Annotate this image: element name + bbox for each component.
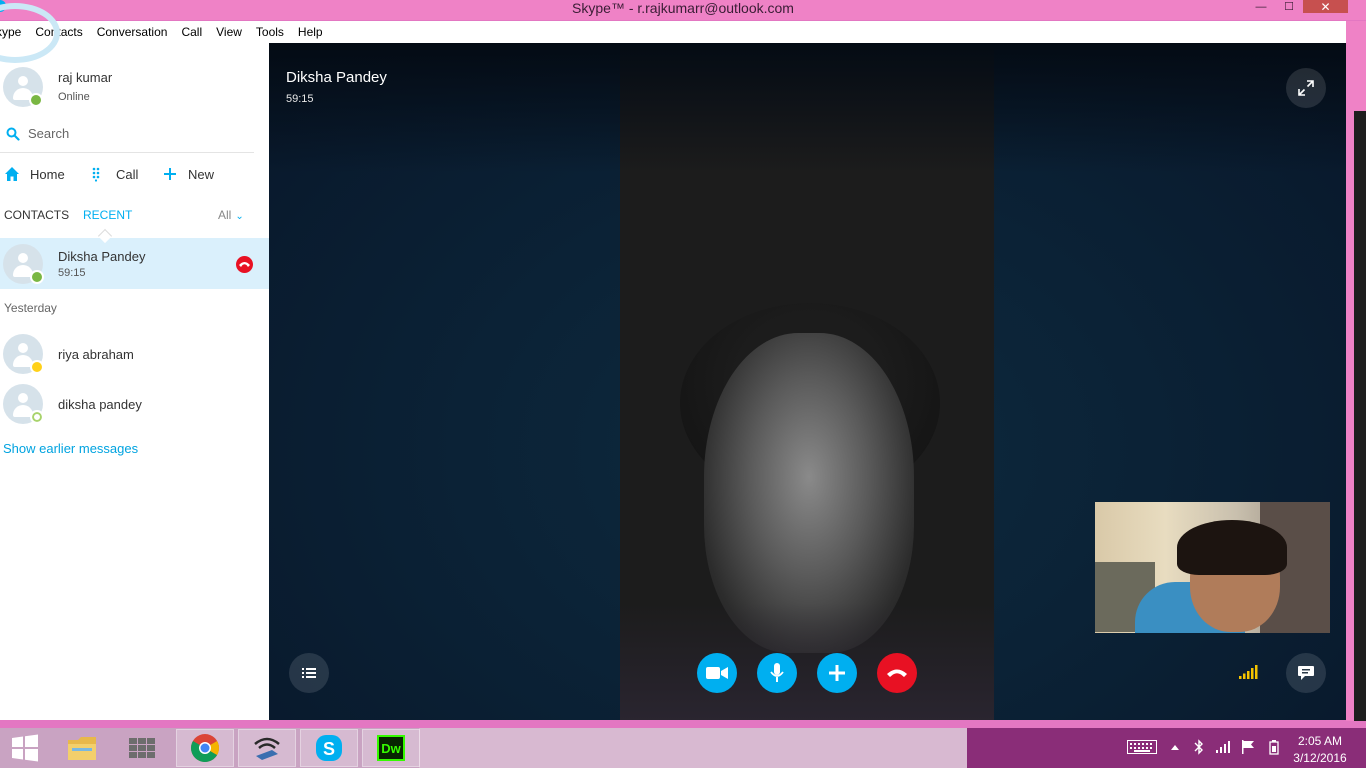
home-icon [5, 167, 19, 181]
taskbar: S Dw 2:05 AM 3/12/2016 [0, 721, 1366, 768]
show-hidden-icons-icon[interactable] [1171, 744, 1179, 750]
store-taskbar-button[interactable] [113, 729, 171, 767]
search-icon [6, 127, 20, 141]
chevron-down-icon: ⌄ [235, 211, 244, 222]
close-button[interactable]: ✕ [1303, 0, 1348, 14]
chat-icon [1298, 666, 1314, 680]
contact-name: riya abraham [58, 347, 134, 362]
dialpad-icon [92, 167, 100, 182]
list-item[interactable]: riya abraham [0, 329, 269, 379]
hangup-icon[interactable] [236, 256, 253, 273]
expand-icon [1298, 80, 1314, 96]
signal-strength-icon[interactable] [1239, 665, 1259, 679]
clock-date[interactable]: 3/12/2016 [1290, 751, 1350, 765]
plus-icon [164, 168, 176, 180]
wifi-hotspot-icon [254, 737, 280, 760]
dreamweaver-taskbar-button[interactable]: Dw [362, 729, 420, 767]
maximize-button[interactable]: ☐ [1278, 0, 1300, 13]
video-icon [706, 667, 728, 679]
filter-label: All [218, 208, 232, 222]
call-list-icon [302, 668, 316, 678]
dreamweaver-icon: Dw [377, 735, 405, 761]
new-label: New [188, 166, 215, 182]
call-duration: 59:15 [58, 267, 86, 279]
profile-name: raj kumar [58, 70, 113, 85]
filter-dropdown[interactable]: All ⌄ [218, 208, 244, 222]
menu-conversation[interactable]: Conversation [90, 25, 175, 39]
fullscreen-button[interactable] [1286, 68, 1326, 108]
online-status-icon [30, 270, 44, 284]
online-status-icon [29, 93, 43, 107]
contact-tabs: CONTACTS RECENT All ⌄ [0, 203, 269, 227]
chat-button[interactable] [1286, 653, 1326, 693]
search-input[interactable]: Search [28, 126, 69, 141]
chrome-taskbar-button[interactable] [176, 729, 234, 767]
new-button[interactable]: New [162, 161, 214, 187]
dreamweaver-label: Dw [381, 740, 401, 756]
hangup-icon [887, 669, 907, 677]
search-field[interactable]: Search [0, 117, 254, 153]
menu-bar: kype Contacts Conversation Call View Too… [0, 21, 1346, 43]
battery-icon[interactable] [1269, 740, 1279, 755]
list-item-active-call[interactable]: Diksha Pandey 59:15 [0, 238, 269, 289]
grid-app-icon [129, 738, 155, 758]
folder-icon [68, 737, 96, 760]
menu-help[interactable]: Help [291, 25, 330, 39]
add-icon [829, 665, 845, 681]
add-participant-button[interactable] [817, 653, 857, 693]
windows-start-icon[interactable] [10, 734, 40, 762]
tab-contacts[interactable]: CONTACTS [4, 208, 69, 222]
menu-call[interactable]: Call [174, 25, 209, 39]
show-earlier-messages-link[interactable]: Show earlier messages [3, 441, 138, 456]
profile-header[interactable]: raj kumar Online [0, 3, 269, 113]
mute-button[interactable] [757, 653, 797, 693]
call-button[interactable]: Call [90, 161, 138, 187]
nav-row: Home Call New [0, 161, 269, 187]
keyboard-icon[interactable] [1127, 740, 1157, 754]
file-explorer-taskbar-button[interactable] [53, 729, 111, 767]
contact-name: diksha pandey [58, 397, 142, 412]
offline-status-icon [30, 410, 44, 424]
self-video-preview[interactable] [1095, 502, 1330, 633]
minimize-button[interactable]: — [1250, 0, 1272, 13]
menu-view[interactable]: View [209, 25, 249, 39]
connectify-taskbar-button[interactable] [238, 729, 296, 767]
menu-tools[interactable]: Tools [249, 25, 291, 39]
end-call-button[interactable] [877, 653, 917, 693]
chrome-icon [191, 734, 219, 762]
title-bar: Skype™ - r.rajkumarr@outlook.com — ☐ ✕ [0, 0, 1366, 20]
sidebar: raj kumar Online Search Home Call New CO… [0, 3, 269, 720]
tab-recent[interactable]: RECENT [83, 208, 132, 222]
call-area: Diksha Pandey 59:15 [269, 43, 1346, 720]
action-center-flag-icon[interactable] [1241, 740, 1255, 754]
list-item[interactable]: diksha pandey [0, 379, 269, 429]
window-title: Skype™ - r.rajkumarr@outlook.com [572, 0, 794, 16]
call-label: Call [116, 166, 139, 182]
home-label: Home [30, 166, 65, 182]
call-timer: 59:15 [286, 93, 314, 105]
caller-name: Diksha Pandey [286, 69, 387, 86]
profile-status[interactable]: Online [58, 91, 90, 103]
away-status-icon [30, 360, 44, 374]
home-button[interactable]: Home [4, 161, 65, 187]
window-edge [1346, 21, 1366, 721]
clock-time[interactable]: 2:05 AM [1290, 734, 1350, 748]
video-toggle-button[interactable] [697, 653, 737, 693]
contact-name: Diksha Pandey [58, 249, 146, 264]
skype-taskbar-button[interactable]: S [300, 729, 358, 767]
call-list-button[interactable] [289, 653, 329, 693]
network-signal-icon[interactable] [1216, 741, 1232, 753]
bluetooth-icon[interactable] [1194, 739, 1204, 755]
skype-icon: S [316, 735, 342, 761]
svg-text:S: S [323, 739, 335, 759]
microphone-icon [770, 663, 784, 682]
section-label-yesterday: Yesterday [4, 301, 57, 315]
